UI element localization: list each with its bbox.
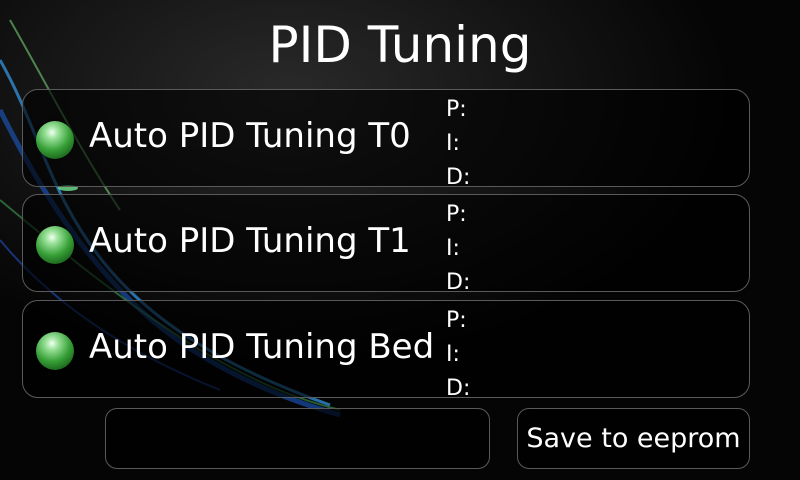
page-title: PID Tuning: [268, 16, 532, 74]
p-label: P:: [446, 97, 467, 122]
auto-pid-tuning-bed-button[interactable]: Auto PID Tuning Bed P: I: D:: [22, 300, 750, 401]
auto-pid-tuning-t1-button[interactable]: Auto PID Tuning T1 P: I: D:: [22, 194, 750, 295]
i-label: I:: [446, 236, 460, 261]
i-label: I:: [446, 131, 460, 156]
status-box: [105, 408, 490, 469]
pid-values: P: I: D:: [446, 198, 470, 300]
green-led-icon: [36, 332, 74, 370]
d-label: D:: [446, 165, 471, 190]
row-label: Auto PID Tuning Bed: [89, 327, 435, 367]
row-label: Auto PID Tuning T0: [89, 116, 411, 156]
pid-values: P: I: D:: [446, 304, 470, 406]
green-led-icon: [36, 121, 74, 159]
pid-values: P: I: D:: [446, 93, 470, 195]
d-label: D:: [446, 376, 471, 401]
row-label: Auto PID Tuning T1: [89, 221, 411, 261]
p-label: P:: [446, 308, 467, 333]
d-label: D:: [446, 270, 471, 295]
i-label: I:: [446, 342, 460, 367]
green-led-icon: [36, 226, 74, 264]
auto-pid-tuning-t0-button[interactable]: Auto PID Tuning T0 P: I: D:: [22, 89, 750, 190]
p-label: P:: [446, 202, 467, 227]
save-to-eeprom-button[interactable]: Save to eeprom: [517, 408, 750, 469]
